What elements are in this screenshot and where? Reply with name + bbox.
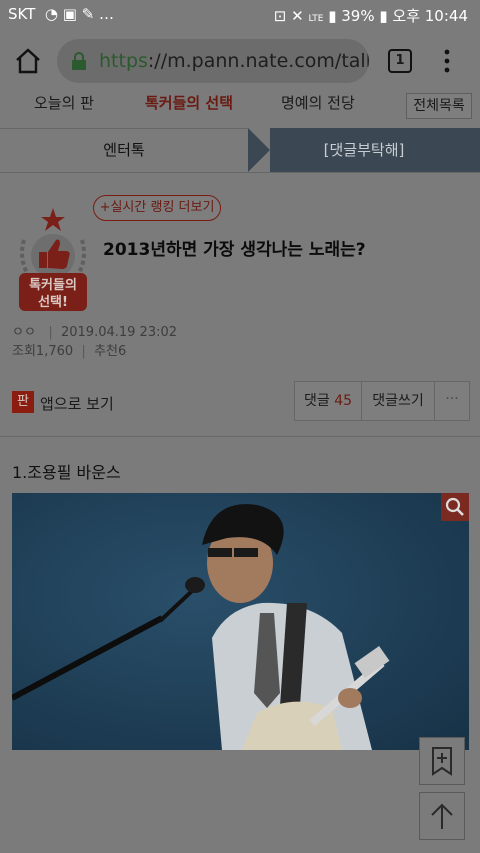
status-icons: ⊡ ✕: [273, 7, 309, 25]
song-heading: 1.조용필 바운스: [12, 463, 121, 482]
bookmark-button[interactable]: [419, 737, 465, 785]
home-icon[interactable]: [14, 47, 42, 75]
meta-divider: |: [40, 325, 57, 340]
signal-icon: ▮: [328, 7, 342, 25]
scroll-top-icon: [431, 803, 453, 829]
bookmark-icon: [432, 747, 452, 776]
scroll-top-button[interactable]: [419, 792, 465, 840]
tab-arrow: [248, 128, 270, 172]
more-button[interactable]: ···: [435, 382, 469, 420]
post-action-buttons: 댓글 45 댓글쓰기 ···: [294, 381, 470, 421]
nav-talkers-choice[interactable]: 톡커들의 선택: [145, 92, 233, 113]
views-count: 1,760: [35, 344, 74, 359]
app-view-label: 앱으로 보기: [40, 395, 114, 413]
post-stats: 조회1,760 | 추천6: [12, 340, 126, 359]
notification-icons: ◔ ▣ ✎ …: [40, 5, 115, 23]
zoom-icon[interactable]: [441, 493, 469, 521]
star-icon: [41, 208, 65, 231]
battery-icon: ▮: [379, 7, 393, 25]
comments-button[interactable]: 댓글 45: [295, 382, 362, 420]
lock-icon: [72, 52, 86, 70]
write-comment-button[interactable]: 댓글쓰기: [362, 382, 435, 420]
all-list-button[interactable]: 전체목록: [406, 93, 472, 119]
badge-line2: 선택!: [38, 294, 68, 310]
status-left: SKT ◔ ▣ ✎ …: [8, 5, 114, 23]
clock: 오후 10:44: [392, 7, 468, 25]
post-date: 2019.04.19 23:02: [60, 325, 178, 340]
section-divider: [0, 436, 480, 437]
badge-line1: 톡커들의: [29, 277, 77, 293]
recommend-label: 추천: [94, 344, 118, 359]
recommend-count: 6: [118, 344, 127, 359]
page-content: 오늘의 판 톡커들의 선택 명예의 전당 전체목록 엔터톡 [댓글부탁해] 톡커…: [0, 92, 480, 853]
top-nav: 오늘의 판 톡커들의 선택 명예의 전당 전체목록: [0, 92, 480, 129]
nav-today[interactable]: 오늘의 판: [34, 92, 94, 113]
status-bar: SKT ◔ ▣ ✎ … ⊡ ✕ LTE ▮ 39% ▮ 오후 10:44: [0, 0, 480, 30]
network-label: LTE: [308, 14, 324, 24]
tab-comment-request[interactable]: [댓글부탁해]: [248, 128, 480, 172]
ranking-more-button[interactable]: +실시간 랭킹 더보기: [93, 195, 221, 221]
url-host: ://m.pann.nate.com/talk/: [147, 50, 369, 72]
carrier: SKT: [8, 5, 36, 23]
nav-hall-of-fame[interactable]: 명예의 전당: [281, 92, 355, 113]
status-right: ⊡ ✕ LTE ▮ 39% ▮ 오후 10:44: [274, 5, 468, 26]
author[interactable]: ㅇㅇ: [12, 325, 36, 340]
post-meta: ㅇㅇ | 2019.04.19 23:02: [12, 321, 177, 340]
app-icon: 판: [12, 391, 34, 413]
url-protocol: https: [99, 50, 148, 72]
views-label: 조회: [12, 344, 36, 359]
browser-toolbar: https://m.pann.nate.com/talk/ 1: [0, 30, 480, 92]
menu-icon[interactable]: [440, 49, 454, 73]
battery-percent: 39%: [341, 7, 375, 25]
comments-label: 댓글: [303, 393, 330, 409]
post-title: 2013년하면 가장 생각나는 노래는?: [103, 240, 366, 260]
tabs-icon[interactable]: 1: [388, 49, 412, 73]
comment-count: 45: [334, 393, 353, 409]
address-bar[interactable]: https://m.pann.nate.com/talk/: [57, 39, 369, 83]
talkers-choice-badge: 톡커들의 선택!: [19, 208, 87, 311]
url-text: https://m.pann.nate.com/talk/: [99, 50, 369, 72]
post-photo[interactable]: [12, 493, 469, 750]
tab-entertalk[interactable]: 엔터톡: [0, 128, 248, 172]
category-nav: 엔터톡 [댓글부탁해]: [0, 128, 480, 173]
stats-divider: |: [77, 344, 90, 359]
